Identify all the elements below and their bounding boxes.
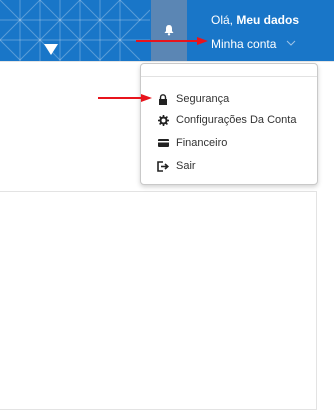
menu-item-label: Segurança (176, 93, 230, 105)
menu-item-label: Financeiro (176, 137, 228, 149)
menu-item-label: Sair (176, 160, 196, 172)
annotation-arrow-account (136, 37, 208, 45)
menu-item-label: Configurações Da Conta (176, 114, 297, 126)
greeting-user-name: Meu dados (236, 13, 300, 27)
menu-item-financial[interactable]: Financeiro (157, 134, 227, 152)
greeting-text: Olá, Meu dados (211, 13, 299, 27)
bell-icon (164, 25, 174, 36)
content-panel (0, 191, 317, 410)
header-divider (0, 61, 334, 62)
account-dropdown-menu: Segurança Configurações Da Conta Finance… (140, 63, 318, 185)
chevron-down-icon[interactable] (286, 40, 296, 46)
notifications-button[interactable] (151, 0, 187, 61)
lock-icon (157, 93, 169, 105)
header-pattern (0, 0, 150, 61)
menu-item-account-settings[interactable]: Configurações Da Conta (157, 111, 296, 129)
annotation-arrow-security (98, 94, 152, 102)
greeting-prefix: Olá, (211, 13, 237, 27)
caret-down-icon (44, 44, 58, 55)
menu-item-logout[interactable]: Sair (157, 157, 196, 175)
gear-icon (157, 114, 169, 126)
dropdown-separator (141, 76, 317, 77)
logout-icon (157, 160, 169, 172)
credit-card-icon (157, 137, 169, 149)
account-menu-link[interactable]: Minha conta (211, 37, 276, 51)
top-header: Olá, Meu dados Minha conta (0, 0, 334, 61)
menu-item-security[interactable]: Segurança (157, 90, 229, 108)
